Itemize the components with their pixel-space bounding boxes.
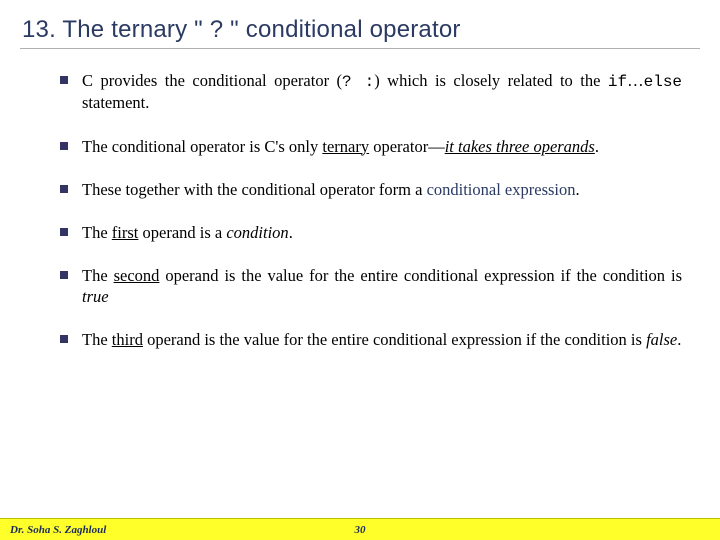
t: operand is the value for the entire cond… xyxy=(143,330,646,349)
t: C provides the conditional operator ( xyxy=(82,71,342,90)
list-item-text: The first operand is a condition. xyxy=(82,222,682,243)
t: true xyxy=(82,287,109,306)
slide-title: 13. The ternary " ? " conditional operat… xyxy=(22,16,461,44)
square-bullet-icon xyxy=(60,76,68,84)
t: conditional expression xyxy=(427,180,576,199)
list-item: C provides the conditional operator (? :… xyxy=(60,70,682,114)
t: . xyxy=(576,180,580,199)
list-item: The second operand is the value for the … xyxy=(60,265,682,307)
list-item-text: The conditional operator is C's only ter… xyxy=(82,136,682,157)
t: ternary xyxy=(322,137,369,156)
list-item: The first operand is a condition. xyxy=(60,222,682,243)
t: These together with the conditional oper… xyxy=(82,180,427,199)
footer-author: Dr. Soha S. Zaghloul xyxy=(0,524,106,536)
t: ) which is closely related to the xyxy=(374,71,608,90)
t: The conditional operator is C's only xyxy=(82,137,322,156)
t: it takes three operands xyxy=(445,137,595,156)
list-item: The conditional operator is C's only ter… xyxy=(60,136,682,157)
t: ? : xyxy=(342,73,374,91)
t: . xyxy=(595,137,599,156)
square-bullet-icon xyxy=(60,228,68,236)
t: operand is the value for the entire cond… xyxy=(159,266,682,285)
t: The xyxy=(82,223,112,242)
t: . xyxy=(289,223,293,242)
footer-page-number: 30 xyxy=(355,524,366,536)
list-item-text: The third operand is the value for the e… xyxy=(82,329,682,350)
bullet-list: C provides the conditional operator (? :… xyxy=(60,70,682,372)
t: first xyxy=(112,223,139,242)
t: . xyxy=(677,330,681,349)
square-bullet-icon xyxy=(60,142,68,150)
list-item: These together with the conditional oper… xyxy=(60,179,682,200)
t: operand is a xyxy=(138,223,226,242)
t: … xyxy=(627,71,644,90)
t: false xyxy=(646,330,677,349)
square-bullet-icon xyxy=(60,271,68,279)
t: else xyxy=(644,73,682,91)
list-item-text: C provides the conditional operator (? :… xyxy=(82,70,682,114)
t: statement. xyxy=(82,93,149,112)
t: operator— xyxy=(369,137,445,156)
list-item-text: The second operand is the value for the … xyxy=(82,265,682,307)
t: third xyxy=(112,330,143,349)
t: if xyxy=(608,73,627,91)
t: second xyxy=(114,266,160,285)
square-bullet-icon xyxy=(60,185,68,193)
t: condition xyxy=(226,223,288,242)
footer-bar: Dr. Soha S. Zaghloul 30 xyxy=(0,518,720,540)
t: The xyxy=(82,266,114,285)
t: The xyxy=(82,330,112,349)
title-divider xyxy=(20,48,700,49)
square-bullet-icon xyxy=(60,335,68,343)
list-item-text: These together with the conditional oper… xyxy=(82,179,682,200)
list-item: The third operand is the value for the e… xyxy=(60,329,682,350)
